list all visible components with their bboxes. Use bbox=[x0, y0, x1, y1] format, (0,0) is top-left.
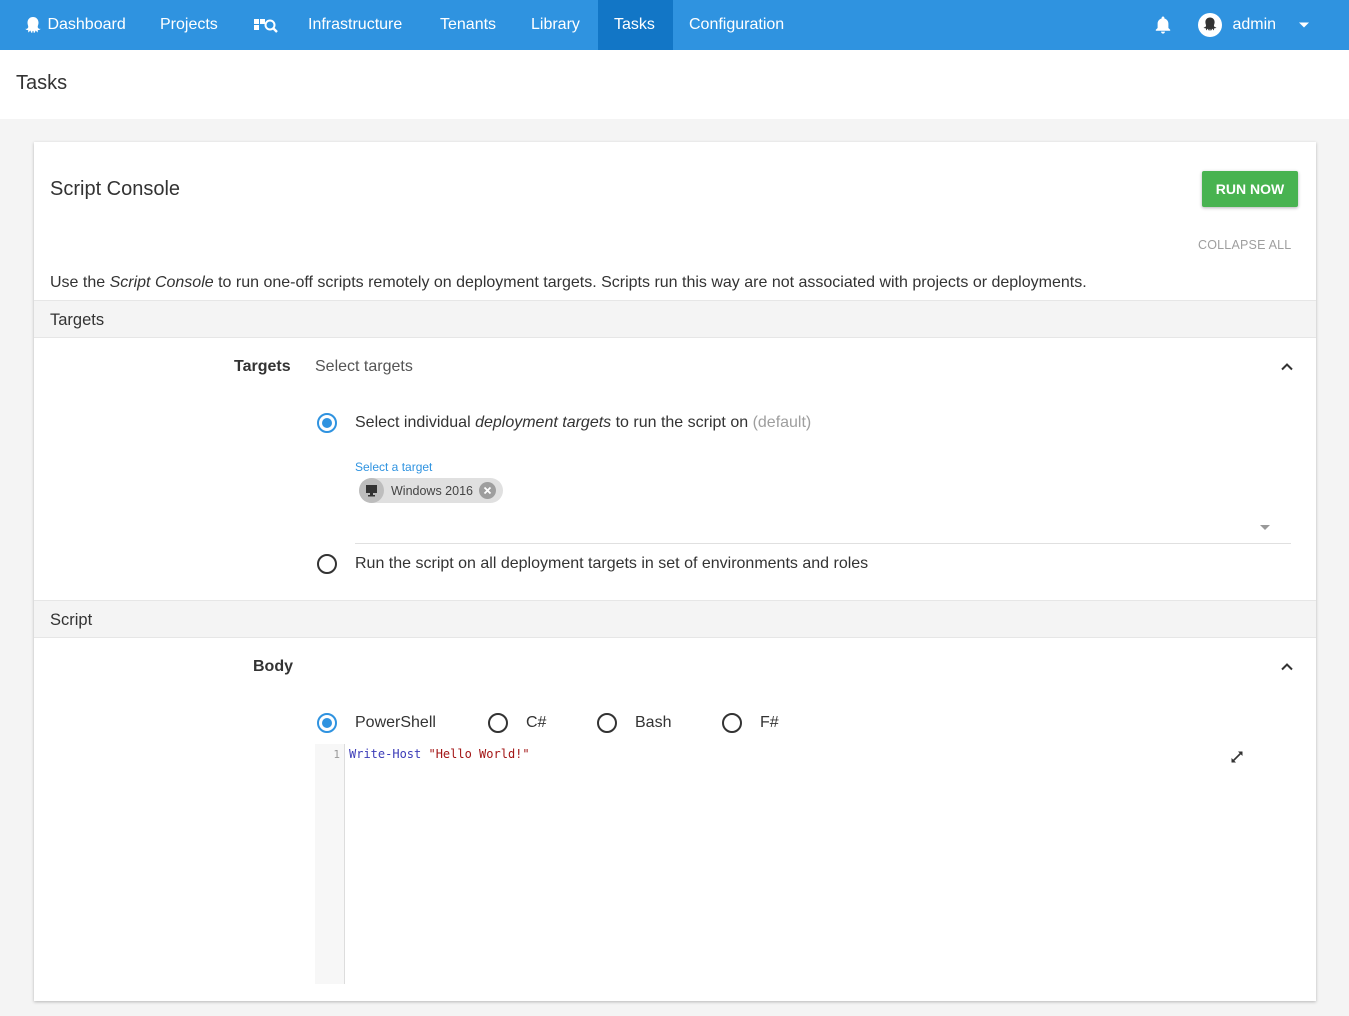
script-section-header: Script bbox=[34, 600, 1316, 638]
line-number: 1 bbox=[333, 748, 340, 761]
targets-summary[interactable]: Select targets bbox=[315, 358, 413, 376]
notifications-button[interactable] bbox=[1138, 0, 1188, 50]
script-console-card: Script Console RUN NOW COLLAPSE ALL Use … bbox=[34, 142, 1316, 1001]
user-menu[interactable]: admin bbox=[1182, 0, 1326, 50]
chevron-up-icon[interactable] bbox=[1280, 660, 1294, 674]
code-string: "Hello World!" bbox=[428, 747, 530, 761]
page-header: Tasks bbox=[0, 50, 1349, 119]
card-title: Script Console bbox=[50, 178, 181, 200]
target-chip[interactable]: Windows 2016 bbox=[359, 478, 503, 503]
radio-fsharp[interactable] bbox=[722, 713, 742, 733]
user-name: admin bbox=[1232, 16, 1277, 33]
nav-dashboard[interactable]: Dashboard bbox=[7, 0, 142, 50]
language-label-bash[interactable]: Bash bbox=[635, 714, 671, 732]
editor-gutter: 1 bbox=[315, 744, 345, 984]
targets-section-title: Targets bbox=[50, 311, 105, 329]
top-navigation: Dashboard Projects Infrastructure Tenant… bbox=[0, 0, 1349, 50]
bell-icon bbox=[1154, 16, 1172, 34]
individual-targets-text: Select individual bbox=[355, 414, 476, 431]
nav-tasks[interactable]: Tasks bbox=[598, 0, 673, 50]
code-line[interactable]: Write-Host "Hello World!" bbox=[349, 747, 530, 761]
intro-text: Use the Script Console to run one-off sc… bbox=[50, 274, 1087, 292]
nav-library[interactable]: Library bbox=[515, 0, 596, 50]
expand-arrows-icon[interactable] bbox=[1230, 750, 1244, 764]
run-now-button[interactable]: RUN NOW bbox=[1202, 171, 1298, 207]
individual-targets-text-end: to run the script on bbox=[611, 414, 753, 431]
language-label-powershell[interactable]: PowerShell bbox=[355, 714, 436, 732]
user-avatar-icon bbox=[1198, 12, 1226, 37]
nav-dashboard-label: Dashboard bbox=[47, 16, 126, 33]
targets-section-header: Targets bbox=[34, 300, 1316, 338]
monitor-icon bbox=[359, 478, 384, 503]
language-label-csharp[interactable]: C# bbox=[526, 714, 546, 732]
nav-tenants[interactable]: Tenants bbox=[424, 0, 512, 50]
intro-text-emphasis: Script Console bbox=[109, 274, 214, 291]
code-keyword: Write-Host bbox=[349, 747, 422, 761]
radio-all-targets[interactable] bbox=[317, 554, 337, 574]
target-chip-label: Windows 2016 bbox=[391, 484, 473, 498]
individual-targets-emphasis: deployment targets bbox=[475, 414, 612, 431]
collapse-all-button[interactable]: COLLAPSE ALL bbox=[1198, 238, 1291, 252]
select-target-underline bbox=[355, 543, 1291, 544]
individual-targets-label[interactable]: Select individual deployment targets to … bbox=[355, 414, 811, 432]
intro-text-end: to run one-off scripts remotely on deplo… bbox=[213, 274, 1087, 291]
octopus-icon bbox=[23, 16, 47, 33]
radio-csharp[interactable] bbox=[488, 713, 508, 733]
script-section-title: Script bbox=[50, 611, 93, 629]
default-hint: (default) bbox=[752, 414, 812, 431]
code-editor[interactable]: 1 Write-Host "Hello World!" bbox=[315, 744, 1261, 984]
body-field-label: Body bbox=[253, 658, 293, 675]
project-search-icon bbox=[253, 16, 279, 33]
nav-projects[interactable]: Projects bbox=[144, 0, 234, 50]
language-label-fsharp[interactable]: F# bbox=[760, 714, 779, 732]
select-target-label: Select a target bbox=[355, 460, 433, 474]
close-circle-icon[interactable] bbox=[479, 482, 496, 499]
page-title: Tasks bbox=[16, 72, 68, 94]
caret-down-icon bbox=[1298, 16, 1310, 33]
intro-text-start: Use the bbox=[50, 274, 110, 291]
chevron-up-icon[interactable] bbox=[1280, 360, 1294, 374]
radio-individual-targets[interactable] bbox=[317, 413, 337, 433]
targets-field-label: Targets bbox=[234, 358, 291, 375]
select-dropdown-caret-icon[interactable] bbox=[1260, 525, 1270, 530]
nav-configuration[interactable]: Configuration bbox=[673, 0, 800, 50]
all-targets-label[interactable]: Run the script on all deployment targets… bbox=[355, 555, 868, 573]
radio-bash[interactable] bbox=[597, 713, 617, 733]
radio-powershell[interactable] bbox=[317, 713, 337, 733]
nav-search[interactable] bbox=[237, 0, 295, 50]
nav-infrastructure[interactable]: Infrastructure bbox=[292, 0, 418, 50]
